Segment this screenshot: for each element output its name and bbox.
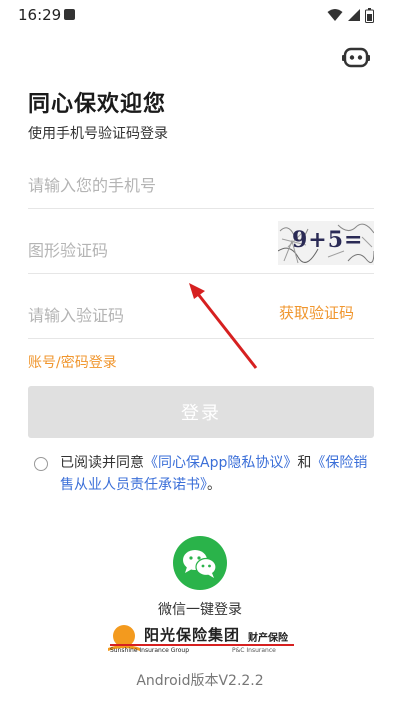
agreement-checkbox[interactable] (34, 457, 48, 471)
wechat-login-button[interactable] (173, 536, 227, 590)
status-bar: 16:29 (0, 0, 400, 30)
captcha-field: 9+5= (28, 221, 374, 274)
battery-icon (365, 7, 374, 23)
logo-name-en: Sunshine Insurance Group (110, 647, 190, 654)
page-subtitle: 使用手机号验证码登录 (28, 126, 168, 142)
agreement-prefix: 已阅读并同意 (60, 455, 144, 471)
agreement: 已阅读并同意《同心保App隐私协议》和《保险销售从业人员责任承诺书》。 (34, 452, 374, 496)
page-title: 同心保欢迎您 (28, 92, 167, 117)
captcha-text: 9+5= (292, 227, 364, 253)
agreement-and: 和 (297, 455, 312, 471)
app-version: Android版本V2.2.2 (136, 673, 264, 689)
login-button[interactable]: 登录 (28, 386, 374, 438)
agreement-text: 已阅读并同意《同心保App隐私协议》和《保险销售从业人员责任承诺书》。 (60, 452, 374, 496)
sms-code-input[interactable] (28, 306, 268, 325)
status-icons (327, 7, 374, 23)
wechat-login-label: 微信一键登录 (158, 602, 242, 618)
wifi-icon (327, 9, 343, 21)
status-time: 16:29 (18, 6, 62, 24)
account-password-login-link[interactable]: 账号/密码登录 (28, 352, 117, 372)
sunshine-insurance-logo: 阳光保险集团 Sunshine Insurance Group 财产保险 P&C… (108, 624, 298, 658)
logo-underline (110, 644, 294, 646)
logo-division-en: P&C Insurance (232, 647, 276, 654)
phone-field (28, 164, 374, 209)
logo-name-cn: 阳光保险集团 (144, 626, 241, 644)
app-notification-icon (64, 9, 75, 20)
phone-input[interactable] (28, 176, 268, 195)
signal-icon (348, 9, 360, 21)
agreement-suffix: 。 (207, 477, 221, 493)
privacy-policy-link[interactable]: 《同心保App隐私协议》 (144, 455, 297, 471)
captcha-image[interactable]: 9+5= (278, 221, 374, 265)
captcha-input[interactable] (28, 241, 268, 260)
wechat-icon (183, 550, 217, 578)
robot-icon[interactable] (342, 44, 370, 70)
logo-division-cn: 财产保险 (248, 633, 288, 644)
sms-code-field: 获取验证码 (28, 294, 374, 339)
get-code-button[interactable]: 获取验证码 (279, 302, 354, 323)
